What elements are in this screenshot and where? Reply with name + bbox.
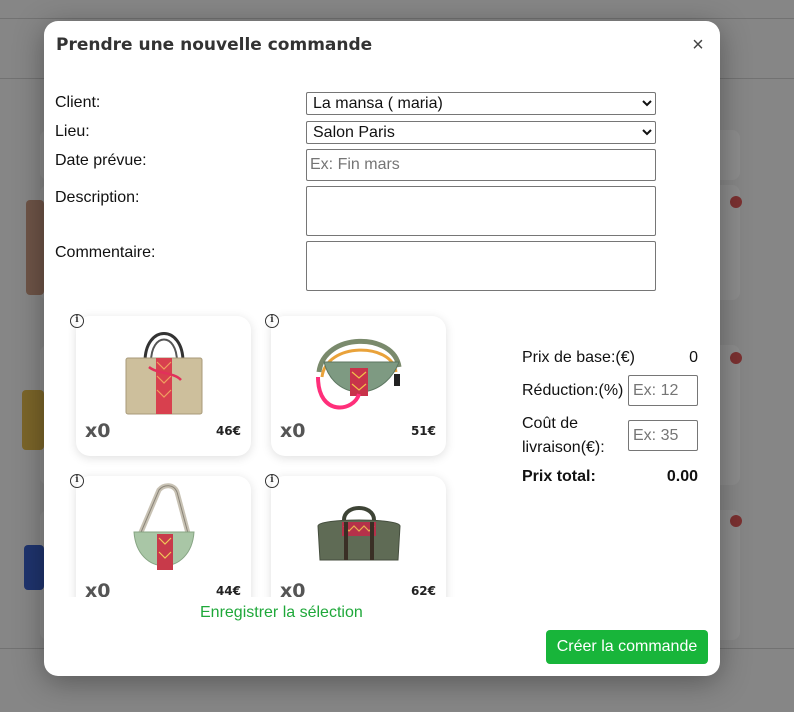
product-quantity: x0 bbox=[85, 580, 111, 597]
info-icon[interactable]: i bbox=[265, 474, 279, 488]
description-textarea[interactable] bbox=[306, 186, 656, 236]
discount-label: Réduction:(%) bbox=[522, 382, 624, 399]
shoulder-bag-icon bbox=[133, 483, 195, 570]
product-card[interactable]: i x0 51€ bbox=[265, 314, 446, 456]
save-selection-button[interactable]: Enregistrer la sélection bbox=[200, 604, 363, 622]
discount-input[interactable] bbox=[628, 375, 698, 406]
new-order-modal: Prendre une nouvelle commande × Client: … bbox=[44, 21, 720, 676]
product-card[interactable]: i x0 62€ bbox=[265, 474, 446, 597]
date-label: Date prévue: bbox=[55, 152, 147, 169]
close-icon[interactable]: × bbox=[688, 35, 708, 55]
product-quantity: x0 bbox=[280, 420, 306, 442]
modal-title: Prendre une nouvelle commande bbox=[56, 35, 373, 55]
total-price-label: Prix total: bbox=[522, 468, 596, 485]
crossbody-bag-icon bbox=[316, 338, 402, 410]
product-quantity: x0 bbox=[85, 420, 111, 442]
base-price-label: Prix de base:(€) bbox=[522, 349, 635, 366]
date-input[interactable] bbox=[306, 149, 656, 181]
info-icon[interactable]: i bbox=[70, 474, 84, 488]
lieu-label: Lieu: bbox=[55, 123, 90, 140]
info-icon[interactable]: i bbox=[70, 314, 84, 328]
product-card[interactable]: i x0 44€ bbox=[70, 474, 251, 597]
product-price: 44€ bbox=[215, 584, 241, 597]
base-price-value: 0 bbox=[689, 349, 698, 366]
product-price: 51€ bbox=[410, 424, 436, 438]
product-card[interactable]: i x0 46€ bbox=[70, 314, 251, 456]
total-price-value: 0.00 bbox=[666, 468, 698, 485]
client-select[interactable]: La mansa ( maria) bbox=[306, 92, 656, 115]
product-price: 62€ bbox=[410, 584, 436, 597]
duffel-bag-icon bbox=[317, 506, 401, 561]
tote-bag-icon bbox=[125, 332, 203, 415]
lieu-select[interactable]: Salon Paris bbox=[306, 121, 656, 144]
comment-textarea[interactable] bbox=[306, 241, 656, 291]
info-icon[interactable]: i bbox=[265, 314, 279, 328]
product-quantity: x0 bbox=[280, 580, 306, 597]
delivery-cost-input[interactable] bbox=[628, 420, 698, 451]
comment-label: Commentaire: bbox=[55, 244, 156, 261]
product-grid[interactable]: i x0 46€ i x0 51€ i x0 44€ i x0 62€ bbox=[68, 309, 468, 597]
delivery-label-line2: livraison(€): bbox=[522, 439, 605, 456]
create-order-button[interactable]: Créer la commande bbox=[546, 630, 708, 664]
delivery-label-line1: Coût de bbox=[522, 415, 579, 432]
client-label: Client: bbox=[55, 94, 101, 111]
description-label: Description: bbox=[55, 189, 140, 206]
product-price: 46€ bbox=[215, 424, 241, 438]
